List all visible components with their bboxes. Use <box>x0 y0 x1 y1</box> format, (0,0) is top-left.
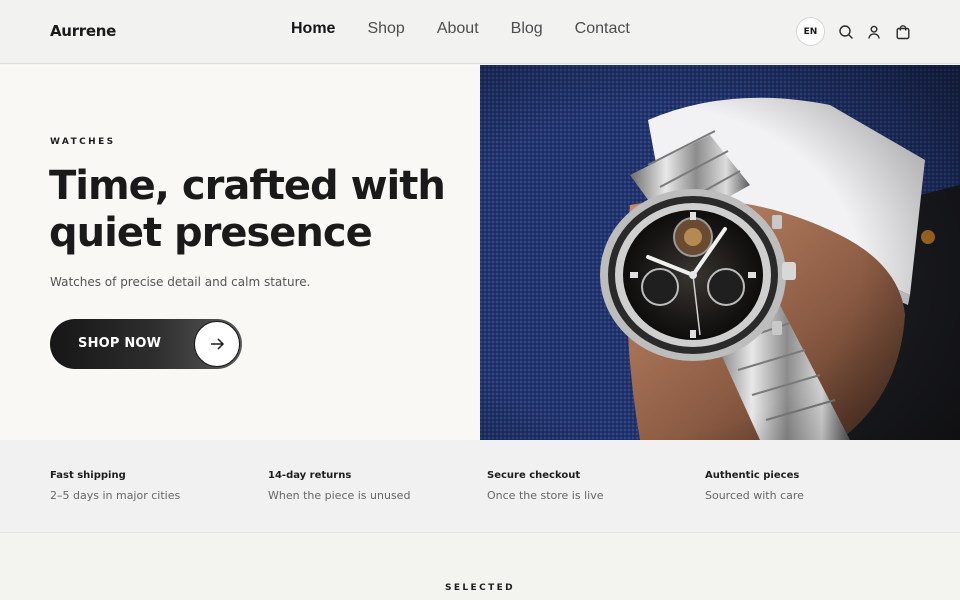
features-bar: Fast shipping 2–5 days in major cities 1… <box>0 440 960 533</box>
feature-desc: When the piece is unused <box>268 489 411 502</box>
nav-home[interactable]: Home <box>291 20 335 38</box>
section-heading: SELECTED <box>444 583 516 593</box>
nav-contact[interactable]: Contact <box>575 20 630 38</box>
search-icon[interactable] <box>838 24 854 40</box>
brand-logo[interactable]: Aurrene <box>50 22 116 40</box>
hero-headline-line2: quiet presence <box>49 210 373 256</box>
nav-about[interactable]: About <box>437 20 479 38</box>
hero-headline-line1: Time, crafted with <box>49 163 446 209</box>
main-nav: Home Shop About Blog Contact <box>291 20 630 38</box>
feature-title: Secure checkout <box>487 470 581 481</box>
feature-item: Secure checkout Once the store is live <box>487 470 603 502</box>
feature-item: 14-day returns When the piece is unused <box>268 470 410 502</box>
shop-now-label: SHOP NOW <box>78 336 162 351</box>
language-switcher[interactable]: EN <box>796 17 825 46</box>
feature-desc: Sourced with care <box>705 489 804 502</box>
feature-desc: 2–5 days in major cities <box>50 489 181 502</box>
hero-eyebrow: WATCHES <box>50 137 116 147</box>
feature-title: 14-day returns <box>268 470 352 481</box>
feature-item: Authentic pieces Sourced with care <box>705 470 804 502</box>
feature-desc: Once the store is live <box>487 489 604 502</box>
arrow-right-icon[interactable] <box>194 321 240 367</box>
hero-subtext: Watches of precise detail and calm statu… <box>50 275 311 289</box>
cart-icon[interactable] <box>895 24 911 40</box>
feature-item: Fast shipping 2–5 days in major cities <box>50 470 180 502</box>
shop-now-button[interactable]: SHOP NOW <box>50 319 242 369</box>
feature-title: Fast shipping <box>50 470 126 481</box>
nav-blog[interactable]: Blog <box>511 20 543 38</box>
hero-headline: Time, crafted with quiet presence <box>49 163 449 257</box>
feature-title: Authentic pieces <box>705 470 800 481</box>
hero-image <box>480 65 960 440</box>
site-header: Aurrene Home Shop About Blog Contact EN <box>0 0 960 64</box>
user-icon[interactable] <box>866 24 882 40</box>
nav-shop[interactable]: Shop <box>367 20 404 38</box>
